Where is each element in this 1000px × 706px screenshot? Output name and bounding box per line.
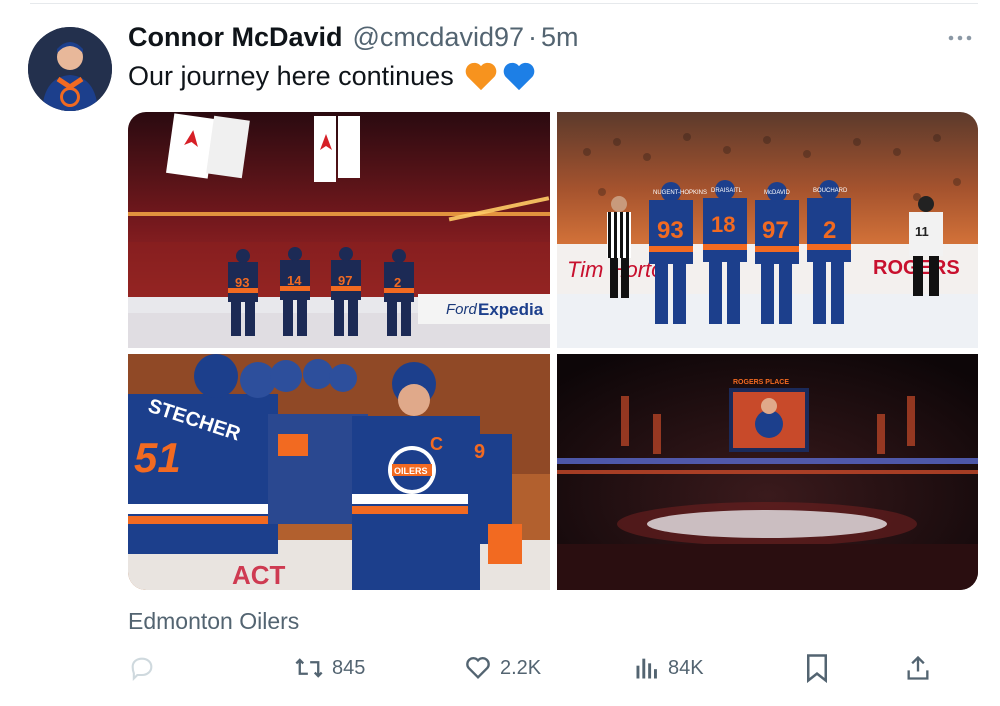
tile3-jersey-number: 51 (134, 434, 181, 481)
photo-arena-wide[interactable]: ROGERS PLACE (557, 354, 978, 590)
retweet-icon (295, 658, 323, 678)
reply-icon (131, 657, 153, 682)
views-count: 84K (668, 656, 704, 679)
more-dots-icon (948, 35, 972, 41)
tile1-num-2: 14 (287, 273, 302, 288)
separator: · (528, 22, 537, 52)
tile2-name-3: McDAVID (764, 190, 791, 196)
views-chart-icon (636, 658, 657, 679)
views-button[interactable]: 84K (634, 646, 704, 690)
tile1-num-1: 93 (235, 275, 249, 290)
tile3-crest-text: OILERS (394, 466, 428, 476)
tile2-num-1: 93 (657, 217, 684, 244)
tile1-expedia: Expedia (478, 300, 544, 319)
bookmark-icon (807, 654, 827, 683)
media-grid: Ford Expedia 93 14 97 2 Tim Horto NUGENT… (128, 112, 978, 590)
tile3-side-number: 9 (474, 441, 485, 463)
more-options-button[interactable] (946, 28, 974, 48)
heart-icon (466, 657, 490, 679)
retweet-button[interactable]: 845 (294, 646, 365, 690)
retweet-count: 845 (332, 656, 366, 679)
tile2-num-5: 11 (915, 224, 929, 239)
tile3-captain-letter: C (430, 434, 443, 454)
tile2-num-4: 2 (823, 217, 836, 244)
location-tag[interactable]: Edmonton Oilers (128, 608, 299, 635)
tile2-num-3: 97 (762, 217, 789, 244)
tweet-header: Connor McDavid @cmcdavid97 · 5m (128, 22, 579, 56)
photo-celebration[interactable]: ACT STECHER 51 OILERS C 9 (128, 354, 550, 590)
tile2-name-1: NUGENT-HOPKINS (653, 190, 707, 196)
share-button[interactable] (904, 646, 940, 690)
timestamp[interactable]: 5m (541, 22, 579, 53)
like-count: 2.2K (500, 656, 542, 679)
action-bar: 845 2.2K 84K (128, 646, 948, 690)
tile2-name-2: DRAISAITL (711, 188, 743, 194)
reply-button[interactable] (128, 646, 164, 690)
avatar-image (28, 27, 112, 111)
bookmark-button[interactable] (804, 646, 838, 690)
tile2-name-4: BOUCHARD (813, 188, 848, 194)
orange-heart-icon (465, 62, 496, 91)
tile3-board-text: ACT (232, 560, 286, 590)
photo-anthem-lineup[interactable]: Ford Expedia 93 14 97 2 (128, 112, 550, 348)
share-icon (907, 655, 929, 680)
author-name[interactable]: Connor McDavid (128, 22, 343, 53)
like-button[interactable]: 2.2K (464, 646, 541, 690)
photo-players-back[interactable]: Tim Horto ROGERS NUGENT-HOPKINS DRAISAIT… (557, 112, 978, 348)
avatar[interactable] (28, 27, 112, 111)
tile1-num-4: 2 (394, 275, 401, 290)
tile4-arena-sign: ROGERS PLACE (733, 379, 789, 386)
top-divider (30, 3, 978, 4)
tile1-ford: Ford (446, 301, 478, 318)
blue-heart-icon (503, 62, 534, 91)
author-handle[interactable]: @cmcdavid97 (353, 22, 524, 53)
tweet-body: Our journey here continues (128, 60, 454, 91)
tile2-num-2: 18 (711, 212, 735, 237)
tweet-text: Our journey here continues (128, 60, 536, 92)
tile1-num-3: 97 (338, 273, 352, 288)
